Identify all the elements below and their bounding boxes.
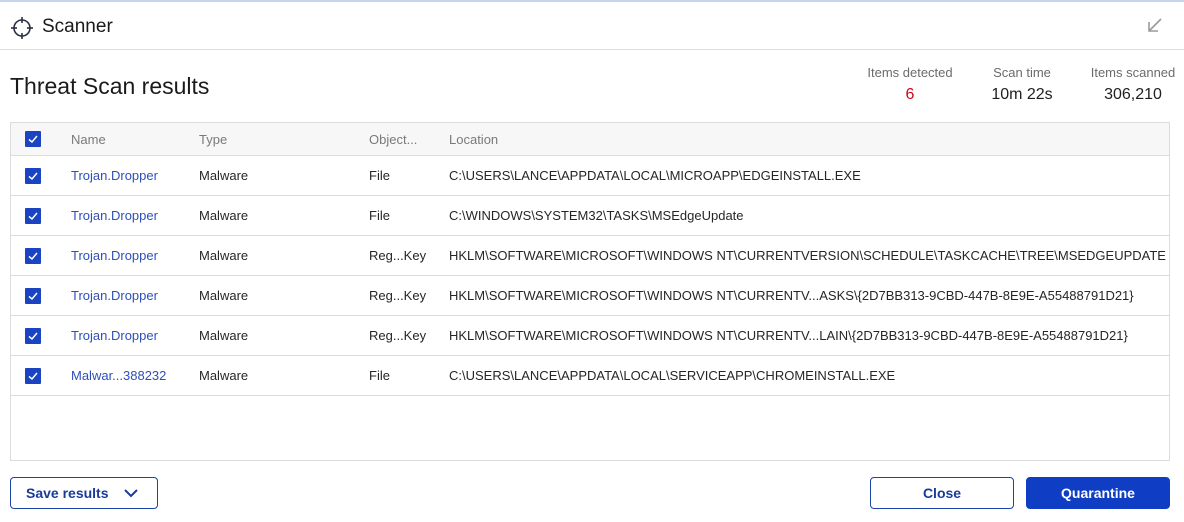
object-type: Reg...Key [369, 248, 427, 263]
page-title: Threat Scan results [10, 73, 210, 99]
object-type: File [369, 168, 390, 183]
save-results-button[interactable]: Save results [10, 477, 158, 509]
threat-type: Malware [199, 368, 249, 383]
column-header-object[interactable]: Object... [369, 123, 417, 155]
results-table: Name Type Object... Location Trojan.Drop… [10, 122, 1170, 461]
scan-time-label: Scan time [993, 65, 1051, 80]
checkmark-icon [28, 252, 38, 260]
scan-time-value: 10m 22s [991, 86, 1053, 103]
table-row[interactable]: Malwar...388232 Malware File C:\USERS\LA… [11, 356, 1169, 396]
row-checkbox[interactable] [25, 287, 41, 304]
checkmark-icon [28, 135, 38, 144]
items-detected-stat: Items detected 6 [862, 65, 958, 104]
threat-name-link[interactable]: Trojan.Dropper [71, 316, 158, 355]
threat-location: HKLM\SOFTWARE\MICROSOFT\WINDOWS NT\CURRE… [449, 328, 1128, 343]
threat-type: Malware [199, 168, 249, 183]
column-header-location[interactable]: Location [449, 123, 498, 155]
items-detected-label: Items detected [867, 65, 953, 80]
row-checkbox[interactable] [25, 207, 41, 224]
threat-location: HKLM\SOFTWARE\MICROSOFT\WINDOWS NT\CURRE… [449, 288, 1134, 303]
threat-name-link[interactable]: Trojan.Dropper [71, 236, 158, 275]
checkmark-icon [28, 372, 38, 380]
table-row[interactable]: Trojan.Dropper Malware Reg...Key HKLM\SO… [11, 276, 1169, 316]
threat-type: Malware [199, 248, 249, 263]
row-checkbox[interactable] [25, 167, 41, 184]
table-row[interactable]: Trojan.Dropper Malware Reg...Key HKLM\SO… [11, 316, 1169, 356]
threat-name-link[interactable]: Trojan.Dropper [71, 156, 158, 195]
threat-name-link[interactable]: Malwar...388232 [71, 356, 166, 395]
scan-time-stat: Scan time 10m 22s [986, 65, 1058, 104]
threat-location: HKLM\SOFTWARE\MICROSOFT\WINDOWS NT\CURRE… [449, 248, 1166, 263]
select-all-checkbox[interactable] [25, 131, 41, 147]
object-type: File [369, 208, 390, 223]
arrow-down-left-icon[interactable] [1145, 16, 1165, 36]
threat-type: Malware [199, 328, 249, 343]
items-detected-value: 6 [905, 86, 915, 103]
chevron-down-icon [123, 489, 138, 498]
threat-location: C:\USERS\LANCE\APPDATA\LOCAL\SERVICEAPP\… [449, 368, 896, 383]
save-results-label: Save results [26, 485, 109, 501]
row-checkbox[interactable] [25, 327, 41, 344]
column-header-type[interactable]: Type [199, 123, 227, 155]
object-type: Reg...Key [369, 328, 427, 343]
row-checkbox[interactable] [25, 367, 41, 384]
title-bar: Scanner [0, 2, 1184, 50]
threat-name-link[interactable]: Trojan.Dropper [71, 196, 158, 235]
table-header: Name Type Object... Location [11, 123, 1169, 156]
table-row[interactable]: Trojan.Dropper Malware Reg...Key HKLM\SO… [11, 236, 1169, 276]
threat-type: Malware [199, 208, 249, 223]
table-row[interactable]: Trojan.Dropper Malware File C:\WINDOWS\S… [11, 196, 1169, 236]
window-title: Scanner [42, 16, 113, 37]
quarantine-button[interactable]: Quarantine [1026, 477, 1170, 509]
table-row[interactable]: Trojan.Dropper Malware File C:\USERS\LAN… [11, 156, 1169, 196]
threat-location: C:\WINDOWS\SYSTEM32\TASKS\MSEdgeUpdate [449, 208, 744, 223]
items-scanned-stat: Items scanned 306,210 [1090, 65, 1176, 104]
checkmark-icon [28, 332, 38, 340]
threat-type: Malware [199, 288, 249, 303]
object-type: Reg...Key [369, 288, 427, 303]
object-type: File [369, 368, 390, 383]
scan-stats: Items detected 6 Scan time 10m 22s Items… [844, 65, 1184, 110]
row-checkbox[interactable] [25, 247, 41, 264]
close-button[interactable]: Close [870, 477, 1014, 509]
crosshair-icon [11, 17, 33, 39]
items-scanned-value: 306,210 [1104, 86, 1162, 103]
checkmark-icon [28, 212, 38, 220]
threat-location: C:\USERS\LANCE\APPDATA\LOCAL\MICROAPP\ED… [449, 168, 861, 183]
threat-name-link[interactable]: Trojan.Dropper [71, 276, 158, 315]
checkmark-icon [28, 172, 38, 180]
items-scanned-label: Items scanned [1090, 65, 1176, 80]
column-header-name[interactable]: Name [71, 123, 106, 155]
checkmark-icon [28, 292, 38, 300]
